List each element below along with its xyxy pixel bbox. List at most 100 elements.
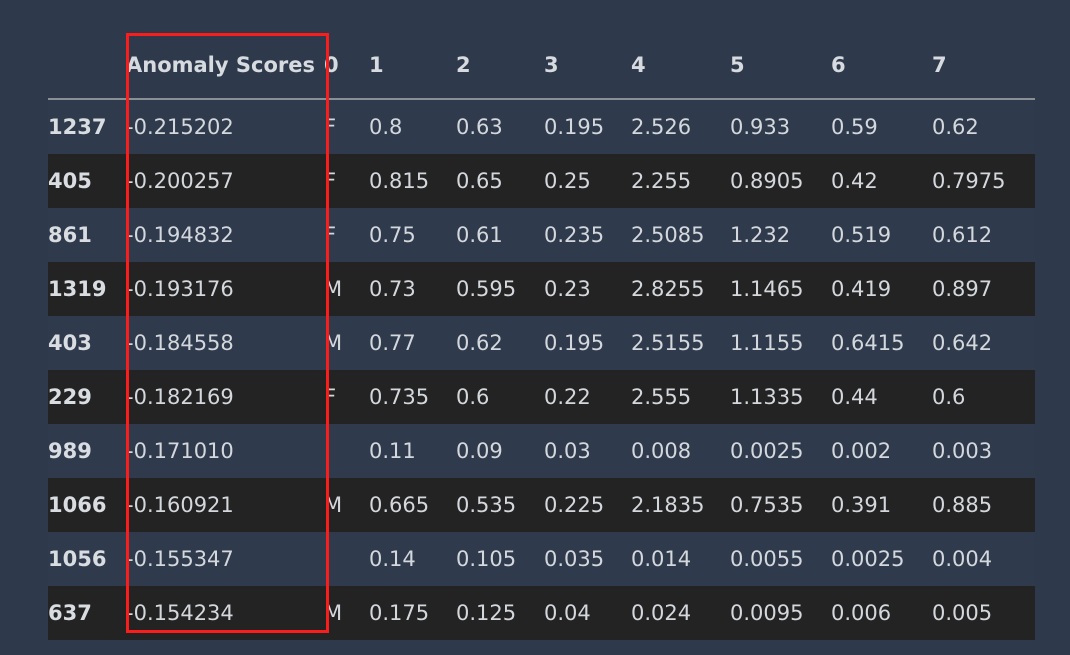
row-index-cell: 403	[48, 316, 126, 370]
cell-col-6: 0.419	[831, 262, 932, 316]
cell-col-1: 0.73	[369, 262, 456, 316]
table-body: 1237-0.215202F0.80.630.1952.5260.9330.59…	[48, 99, 1035, 640]
table-row[interactable]: 1319-0.193176M0.730.5950.232.82551.14650…	[48, 262, 1035, 316]
cell-col-2: 0.595	[456, 262, 544, 316]
cell-col-4: 2.1835	[631, 478, 730, 532]
cell-col-7: 0.7975	[932, 154, 1035, 208]
cell-col-2: 0.65	[456, 154, 544, 208]
cell-col-3: 0.04	[544, 586, 631, 640]
cell-col-3: 0.03	[544, 424, 631, 478]
cell-col-5: 0.7535	[730, 478, 831, 532]
cell-col-6: 0.391	[831, 478, 932, 532]
anomaly-score-cell: -0.184558	[126, 316, 324, 370]
table-row[interactable]: 1066-0.160921M0.6650.5350.2252.18350.753…	[48, 478, 1035, 532]
cell-col-3: 0.25	[544, 154, 631, 208]
row-index-cell: 1237	[48, 99, 126, 154]
row-index-cell: 229	[48, 370, 126, 424]
column-header-3[interactable]: 3	[544, 34, 631, 99]
cell-col-6: 0.006	[831, 586, 932, 640]
cell-col-5: 1.1155	[730, 316, 831, 370]
cell-col-6: 0.59	[831, 99, 932, 154]
column-header-anomaly-scores[interactable]: Anomaly Scores	[126, 34, 324, 99]
table-head: Anomaly Scores 0 1 2 3 4 5 6 7	[48, 34, 1035, 99]
cell-col-2: 0.6	[456, 370, 544, 424]
cell-col-1: 0.75	[369, 208, 456, 262]
cell-col-7: 0.003	[932, 424, 1035, 478]
cell-col-7: 0.005	[932, 586, 1035, 640]
table-row[interactable]: 989-0.171010I0.110.090.030.0080.00250.00…	[48, 424, 1035, 478]
cell-col-0: F	[324, 370, 369, 424]
cell-col-4: 2.526	[631, 99, 730, 154]
cell-col-3: 0.195	[544, 316, 631, 370]
cell-col-1: 0.175	[369, 586, 456, 640]
cell-col-0: I	[324, 424, 369, 478]
table-row[interactable]: 405-0.200257F0.8150.650.252.2550.89050.4…	[48, 154, 1035, 208]
column-header-1[interactable]: 1	[369, 34, 456, 99]
cell-col-4: 2.255	[631, 154, 730, 208]
column-header-index[interactable]	[48, 34, 126, 99]
table-row[interactable]: 1237-0.215202F0.80.630.1952.5260.9330.59…	[48, 99, 1035, 154]
cell-col-0: I	[324, 532, 369, 586]
cell-col-2: 0.125	[456, 586, 544, 640]
cell-col-0: F	[324, 99, 369, 154]
cell-col-2: 0.62	[456, 316, 544, 370]
table-row[interactable]: 637-0.154234M0.1750.1250.040.0240.00950.…	[48, 586, 1035, 640]
table-row[interactable]: 861-0.194832F0.750.610.2352.50851.2320.5…	[48, 208, 1035, 262]
anomaly-score-cell: -0.154234	[126, 586, 324, 640]
cell-col-7: 0.6	[932, 370, 1035, 424]
cell-col-2: 0.09	[456, 424, 544, 478]
anomaly-score-cell: -0.182169	[126, 370, 324, 424]
row-index-cell: 1056	[48, 532, 126, 586]
row-index-cell: 1319	[48, 262, 126, 316]
column-header-2[interactable]: 2	[456, 34, 544, 99]
anomaly-score-cell: -0.215202	[126, 99, 324, 154]
cell-col-0: M	[324, 478, 369, 532]
cell-col-5: 0.0095	[730, 586, 831, 640]
cell-col-3: 0.22	[544, 370, 631, 424]
cell-col-4: 0.014	[631, 532, 730, 586]
page-root: Anomaly Scores 0 1 2 3 4 5 6 7 1237-0.21…	[0, 0, 1070, 655]
cell-col-0: M	[324, 262, 369, 316]
column-header-4[interactable]: 4	[631, 34, 730, 99]
cell-col-4: 0.024	[631, 586, 730, 640]
cell-col-1: 0.665	[369, 478, 456, 532]
cell-col-7: 0.62	[932, 99, 1035, 154]
table-row[interactable]: 229-0.182169F0.7350.60.222.5551.13350.44…	[48, 370, 1035, 424]
cell-col-7: 0.897	[932, 262, 1035, 316]
cell-col-4: 2.8255	[631, 262, 730, 316]
cell-col-5: 0.933	[730, 99, 831, 154]
cell-col-4: 2.5155	[631, 316, 730, 370]
cell-col-6: 0.519	[831, 208, 932, 262]
cell-col-3: 0.225	[544, 478, 631, 532]
cell-col-7: 0.642	[932, 316, 1035, 370]
cell-col-5: 0.0055	[730, 532, 831, 586]
table-row[interactable]: 403-0.184558M0.770.620.1952.51551.11550.…	[48, 316, 1035, 370]
cell-col-5: 1.1335	[730, 370, 831, 424]
cell-col-2: 0.105	[456, 532, 544, 586]
column-header-6[interactable]: 6	[831, 34, 932, 99]
cell-col-4: 2.555	[631, 370, 730, 424]
cell-col-5: 0.8905	[730, 154, 831, 208]
anomaly-scores-table: Anomaly Scores 0 1 2 3 4 5 6 7 1237-0.21…	[48, 34, 1035, 640]
cell-col-6: 0.42	[831, 154, 932, 208]
cell-col-5: 0.0025	[730, 424, 831, 478]
cell-col-5: 1.232	[730, 208, 831, 262]
column-header-0[interactable]: 0	[324, 34, 369, 99]
column-header-7[interactable]: 7	[932, 34, 1035, 99]
cell-col-7: 0.004	[932, 532, 1035, 586]
cell-col-0: M	[324, 316, 369, 370]
cell-col-3: 0.035	[544, 532, 631, 586]
cell-col-2: 0.61	[456, 208, 544, 262]
table-header-row: Anomaly Scores 0 1 2 3 4 5 6 7	[48, 34, 1035, 99]
cell-col-0: M	[324, 586, 369, 640]
cell-col-6: 0.44	[831, 370, 932, 424]
row-index-cell: 989	[48, 424, 126, 478]
cell-col-1: 0.8	[369, 99, 456, 154]
anomaly-score-cell: -0.171010	[126, 424, 324, 478]
table-row[interactable]: 1056-0.155347I0.140.1050.0350.0140.00550…	[48, 532, 1035, 586]
cell-col-4: 2.5085	[631, 208, 730, 262]
anomaly-score-cell: -0.200257	[126, 154, 324, 208]
cell-col-1: 0.14	[369, 532, 456, 586]
column-header-5[interactable]: 5	[730, 34, 831, 99]
row-index-cell: 405	[48, 154, 126, 208]
